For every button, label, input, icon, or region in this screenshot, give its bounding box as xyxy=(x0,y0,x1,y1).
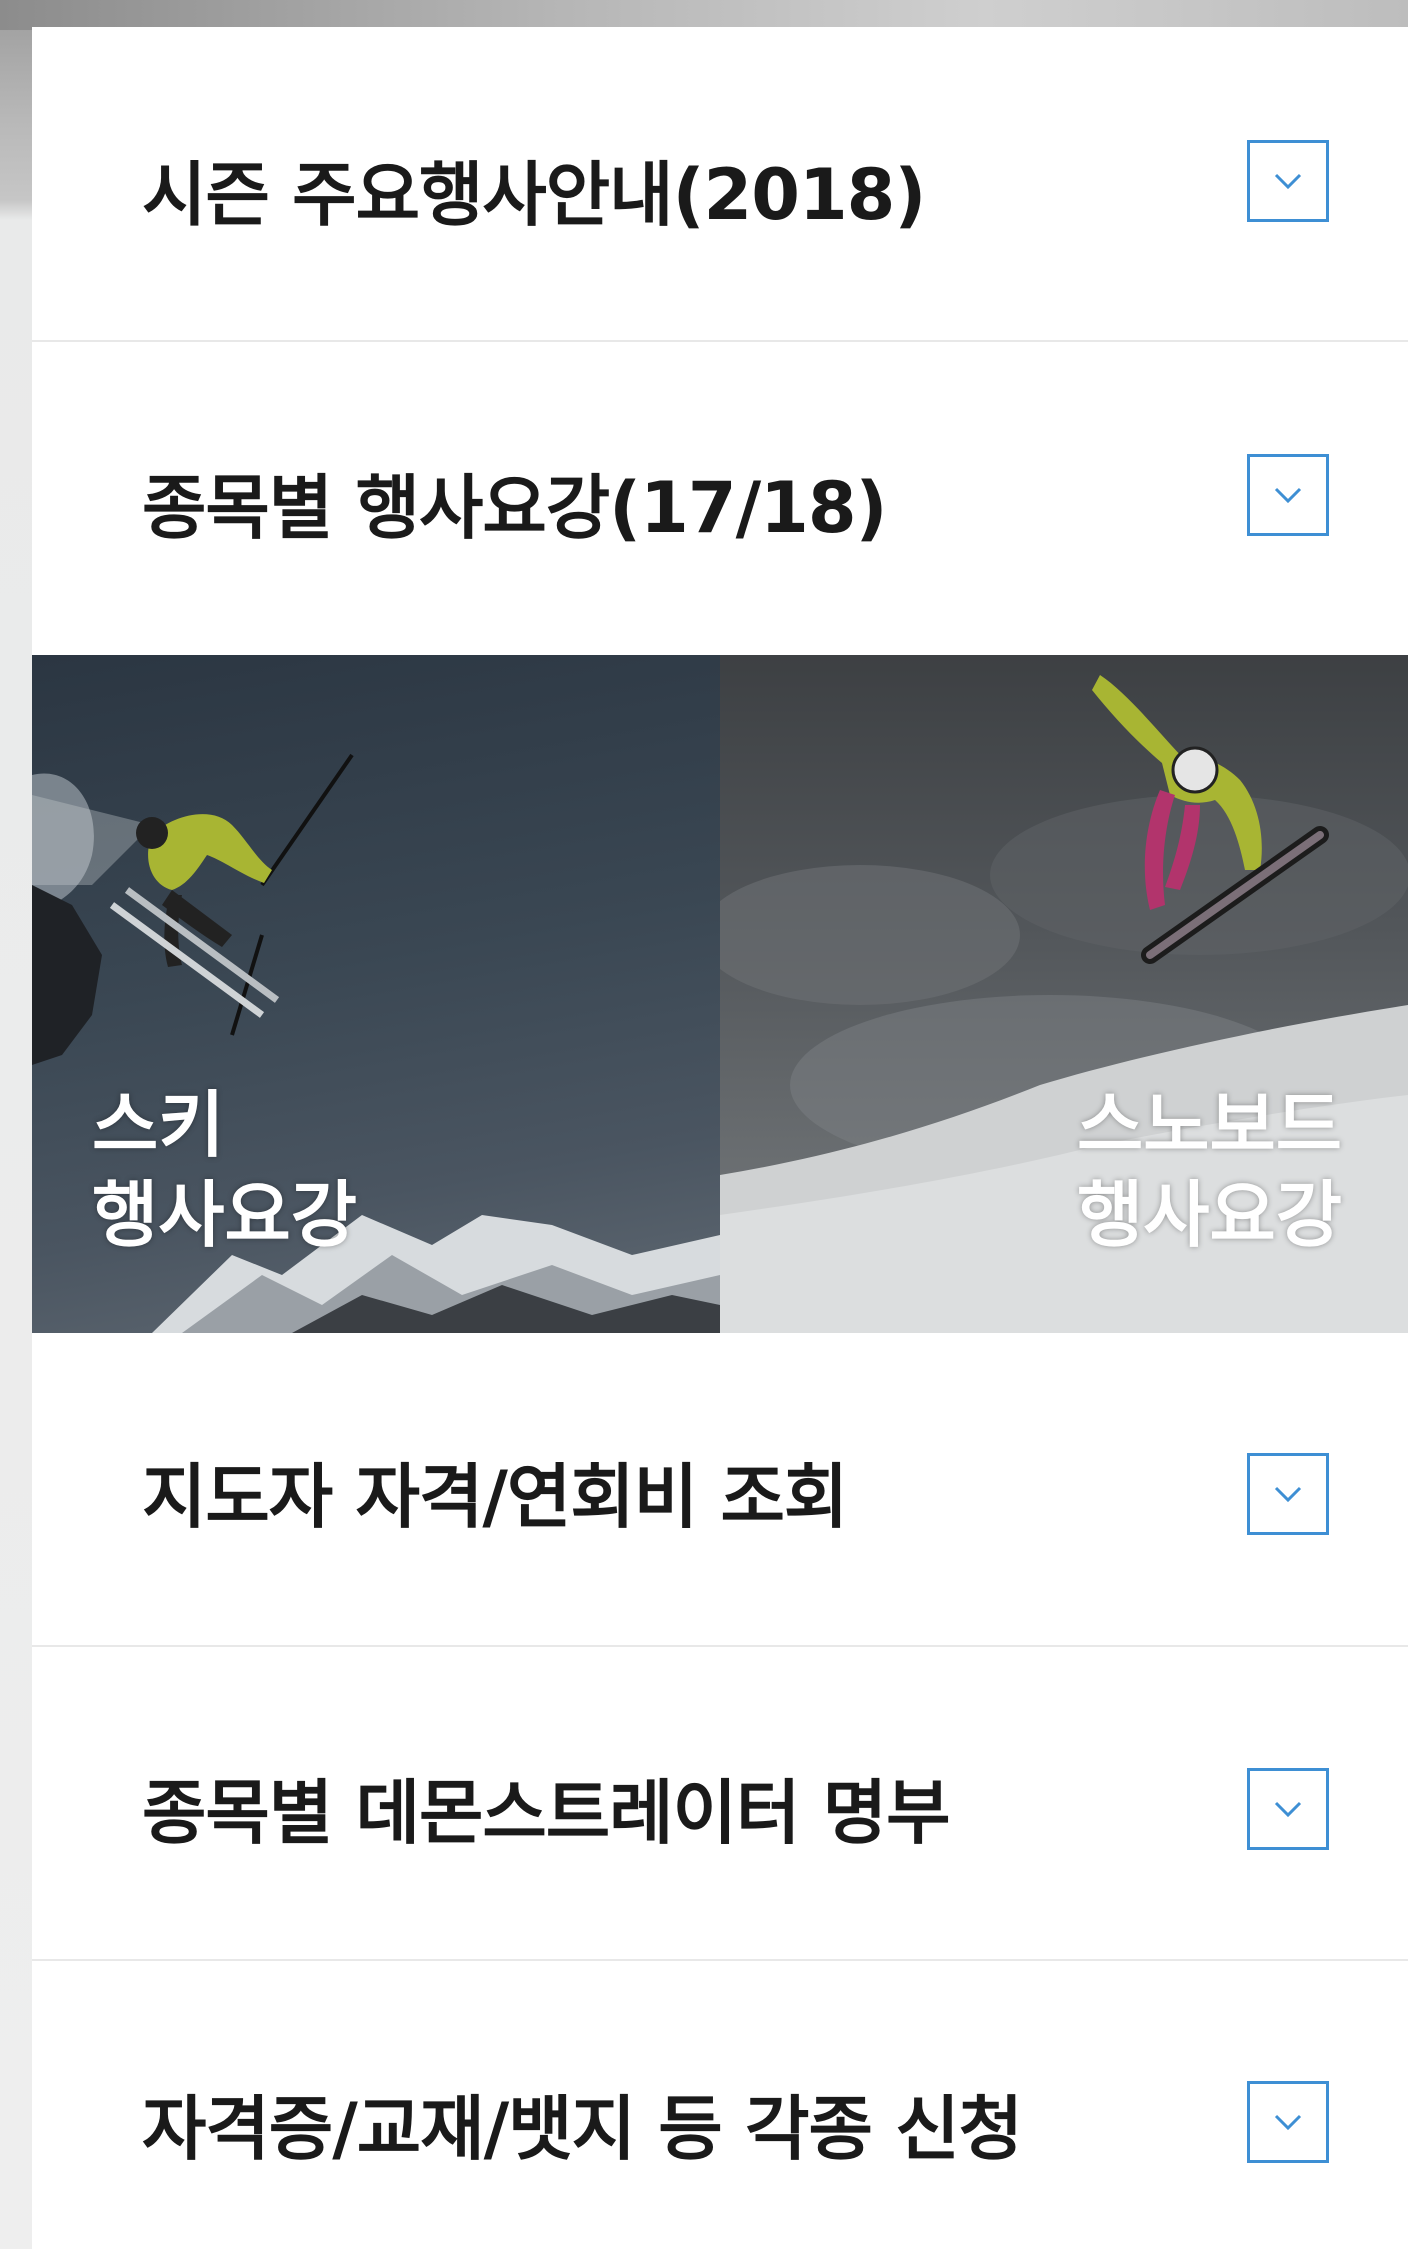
chevron-down-icon[interactable] xyxy=(1247,1453,1329,1535)
menu-item-label: 지도자 자격/연회비 조회 xyxy=(142,1456,848,1538)
menu-item-label: 시즌 주요행사안내(2018) xyxy=(142,154,926,236)
menu-item-label: 종목별 데몬스트레이터 명부 xyxy=(142,1772,951,1854)
snowboard-banner-label: 스노보드 행사요강 xyxy=(1077,1080,1342,1260)
ski-banner-line1: 스키 xyxy=(92,1083,225,1167)
snowboard-banner-line1: 스노보드 xyxy=(1077,1083,1342,1167)
chevron-down-icon[interactable] xyxy=(1247,2081,1329,2163)
snowboard-guideline-banner[interactable]: 스노보드 행사요강 xyxy=(720,655,1408,1333)
snowboard-banner-line2: 행사요강 xyxy=(1077,1173,1342,1257)
menu-item-label: 자격증/교재/뱃지 등 각종 신청 xyxy=(142,2088,1023,2170)
menu-item-demonstrator-roster[interactable]: 종목별 데몬스트레이터 명부 xyxy=(32,1647,1408,1961)
menu-item-label: 종목별 행사요강(17/18) xyxy=(142,467,888,549)
event-guideline-banners: 스키 행사요강 스노보드 행사요강 xyxy=(32,655,1408,1333)
page-background-top xyxy=(0,0,1408,30)
ski-banner-label: 스키 행사요강 xyxy=(92,1080,357,1260)
ski-guideline-banner[interactable]: 스키 행사요강 xyxy=(32,655,720,1333)
chevron-down-icon[interactable] xyxy=(1247,454,1329,536)
page-background-left xyxy=(0,0,32,2249)
ski-banner-line2: 행사요강 xyxy=(92,1173,357,1257)
menu-item-event-guidelines[interactable]: 종목별 행사요강(17/18) xyxy=(32,342,1408,655)
chevron-down-icon[interactable] xyxy=(1247,1768,1329,1850)
menu-panel: 시즌 주요행사안내(2018) 종목별 행사요강(17/18) 스키 행사요강 … xyxy=(32,27,1408,2249)
menu-item-applications[interactable]: 자격증/교재/뱃지 등 각종 신청 xyxy=(32,1961,1408,2249)
chevron-down-icon[interactable] xyxy=(1247,140,1329,222)
menu-item-season-events[interactable]: 시즌 주요행사안내(2018) xyxy=(32,27,1408,342)
menu-item-instructor-lookup[interactable]: 지도자 자격/연회비 조회 xyxy=(32,1333,1408,1647)
